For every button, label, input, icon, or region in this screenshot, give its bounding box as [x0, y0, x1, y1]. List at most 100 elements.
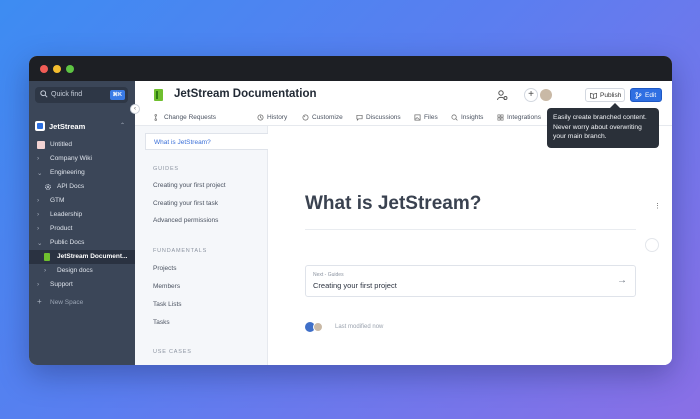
tab-label: Insights [461, 114, 484, 121]
sidebar-item-gtm[interactable]: › GTM [29, 194, 135, 208]
toc-item[interactable]: Advanced permissions [153, 217, 218, 224]
integrations-icon [497, 114, 504, 121]
chevron-right-icon: › [37, 281, 40, 288]
new-space-label: New Space [50, 299, 84, 306]
branch-icon [154, 114, 157, 121]
publish-label: Publish [600, 92, 622, 99]
quick-find-label: Quick find [51, 91, 83, 98]
close-window-button[interactable] [40, 65, 48, 73]
sidebar-item-label: Product [50, 225, 73, 232]
tab-label: Files [424, 114, 438, 121]
minimize-window-button[interactable] [53, 65, 61, 73]
last-modified-text: Last modified now [335, 324, 384, 330]
sidebar-item-label: Public Docs [50, 239, 85, 246]
sidebar-item-label: Leadership [50, 211, 83, 218]
tab-label: Customize [312, 114, 343, 121]
sidebar-item-label: Support [50, 281, 73, 288]
book-open-icon [590, 92, 597, 99]
sidebar-item-public-docs[interactable]: ⌄ Public Docs [29, 236, 135, 250]
chevron-right-icon: › [37, 197, 40, 204]
content-title: What is JetStream? [305, 193, 482, 214]
publish-button[interactable]: Publish [585, 88, 625, 102]
edit-tooltip: Easily create branched content. Never wo… [547, 103, 659, 148]
comment-icon[interactable] [645, 238, 659, 252]
new-space-button[interactable]: + New Space [29, 296, 135, 310]
tab-label: Change Requests [164, 114, 217, 121]
sidebar-item-label: GTM [50, 197, 65, 204]
sidebar-item-leadership[interactable]: › Leadership [29, 208, 135, 222]
sidebar-item-api-docs[interactable]: API Docs [29, 180, 135, 194]
block-menu-icon[interactable]: ⋮ [654, 202, 661, 210]
sidebar-item-jetstream-documentation[interactable]: JetStream Document... [29, 250, 135, 264]
sidebar-item-product[interactable]: › Product [29, 222, 135, 236]
edit-button[interactable]: Edit [630, 88, 662, 102]
collapse-sidebar-button[interactable]: ‹ [130, 104, 140, 114]
chevron-right-icon: › [37, 211, 40, 218]
divider [305, 229, 636, 230]
plus-icon: + [37, 297, 42, 306]
insights-icon [451, 114, 458, 121]
chevron-down-icon: ⌄ [37, 170, 43, 177]
edit-label: Edit [645, 92, 657, 99]
toc-section-fundamentals: FUNDAMENTALS [153, 248, 208, 254]
chevron-right-icon: › [44, 267, 47, 274]
toc-item[interactable]: Task Lists [153, 301, 182, 308]
avatar[interactable] [540, 89, 552, 101]
book-icon [154, 89, 163, 101]
sidebar-item-engineering[interactable]: ⌄ Engineering [29, 166, 135, 180]
gear-icon [45, 184, 51, 190]
sidebar-item-label: Untitled [50, 141, 73, 148]
space-logo-icon [35, 121, 45, 131]
toc-item[interactable]: Projects [153, 265, 176, 272]
toc-section-guides: GUIDES [153, 166, 179, 172]
tab-label: Discussions [366, 114, 401, 121]
sidebar-item-design-docs[interactable]: › Design docs [29, 264, 135, 278]
image-icon [414, 114, 421, 121]
search-icon [40, 90, 48, 98]
space-switcher[interactable]: JetStream ⌃ [35, 119, 129, 133]
add-collaborator-button[interactable]: + [524, 88, 538, 102]
sidebar-item-company-wiki[interactable]: › Company Wiki [29, 152, 135, 166]
comment-icon [356, 114, 363, 121]
sidebar-item-label: Company Wiki [50, 155, 92, 162]
page-header: JetStream Documentation + Publish Edit [135, 81, 672, 109]
history-icon [257, 114, 264, 121]
arrow-right-icon: → [617, 275, 627, 286]
shortcut-badge: ⌘K [109, 90, 125, 100]
toc-item[interactable]: Creating your first project [153, 182, 226, 189]
next-page-title: Creating your first project [313, 281, 397, 290]
toc-item-active[interactable]: What is JetStream? [145, 133, 268, 150]
next-page-label: Next - Guides [313, 272, 344, 278]
page-title: JetStream Documentation [174, 88, 317, 100]
toc-section-use-cases: USE CASES [153, 349, 192, 355]
next-page-card[interactable]: Next - Guides Creating your first projec… [305, 265, 636, 297]
chevron-down-icon: ⌄ [37, 240, 43, 247]
tab-label: Integrations [507, 114, 541, 121]
sidebar-item-support[interactable]: › Support [29, 278, 135, 292]
sidebar: Quick find ⌘K JetStream ⌃ Untitled › Com… [29, 81, 135, 365]
page-icon [37, 141, 45, 149]
users-icon[interactable] [496, 89, 508, 101]
book-icon [44, 253, 50, 261]
tab-label: History [267, 114, 288, 121]
sidebar-item-label: Engineering [50, 169, 85, 176]
chevron-updown-icon: ⌃ [119, 123, 125, 129]
toc-item[interactable]: Members [153, 283, 180, 290]
table-of-contents: What is JetStream? GUIDES Creating your … [135, 126, 268, 365]
sidebar-item-label: JetStream Document... [57, 253, 128, 260]
chevron-right-icon: › [37, 225, 40, 232]
palette-icon [302, 114, 309, 121]
maximize-window-button[interactable] [66, 65, 74, 73]
space-name: JetStream [49, 122, 86, 131]
sidebar-item-untitled[interactable]: Untitled [29, 138, 135, 152]
sidebar-item-label: Design docs [57, 267, 93, 274]
sidebar-item-label: API Docs [57, 183, 85, 190]
branch-icon [635, 92, 642, 99]
toc-item[interactable]: Tasks [153, 319, 170, 326]
app-window: Quick find ⌘K JetStream ⌃ Untitled › Com… [29, 56, 672, 365]
quick-find-button[interactable]: Quick find ⌘K [35, 87, 128, 103]
toc-item[interactable]: Creating your first task [153, 200, 218, 207]
title-bar [29, 56, 672, 81]
chevron-right-icon: › [37, 155, 40, 162]
avatar [313, 322, 323, 332]
